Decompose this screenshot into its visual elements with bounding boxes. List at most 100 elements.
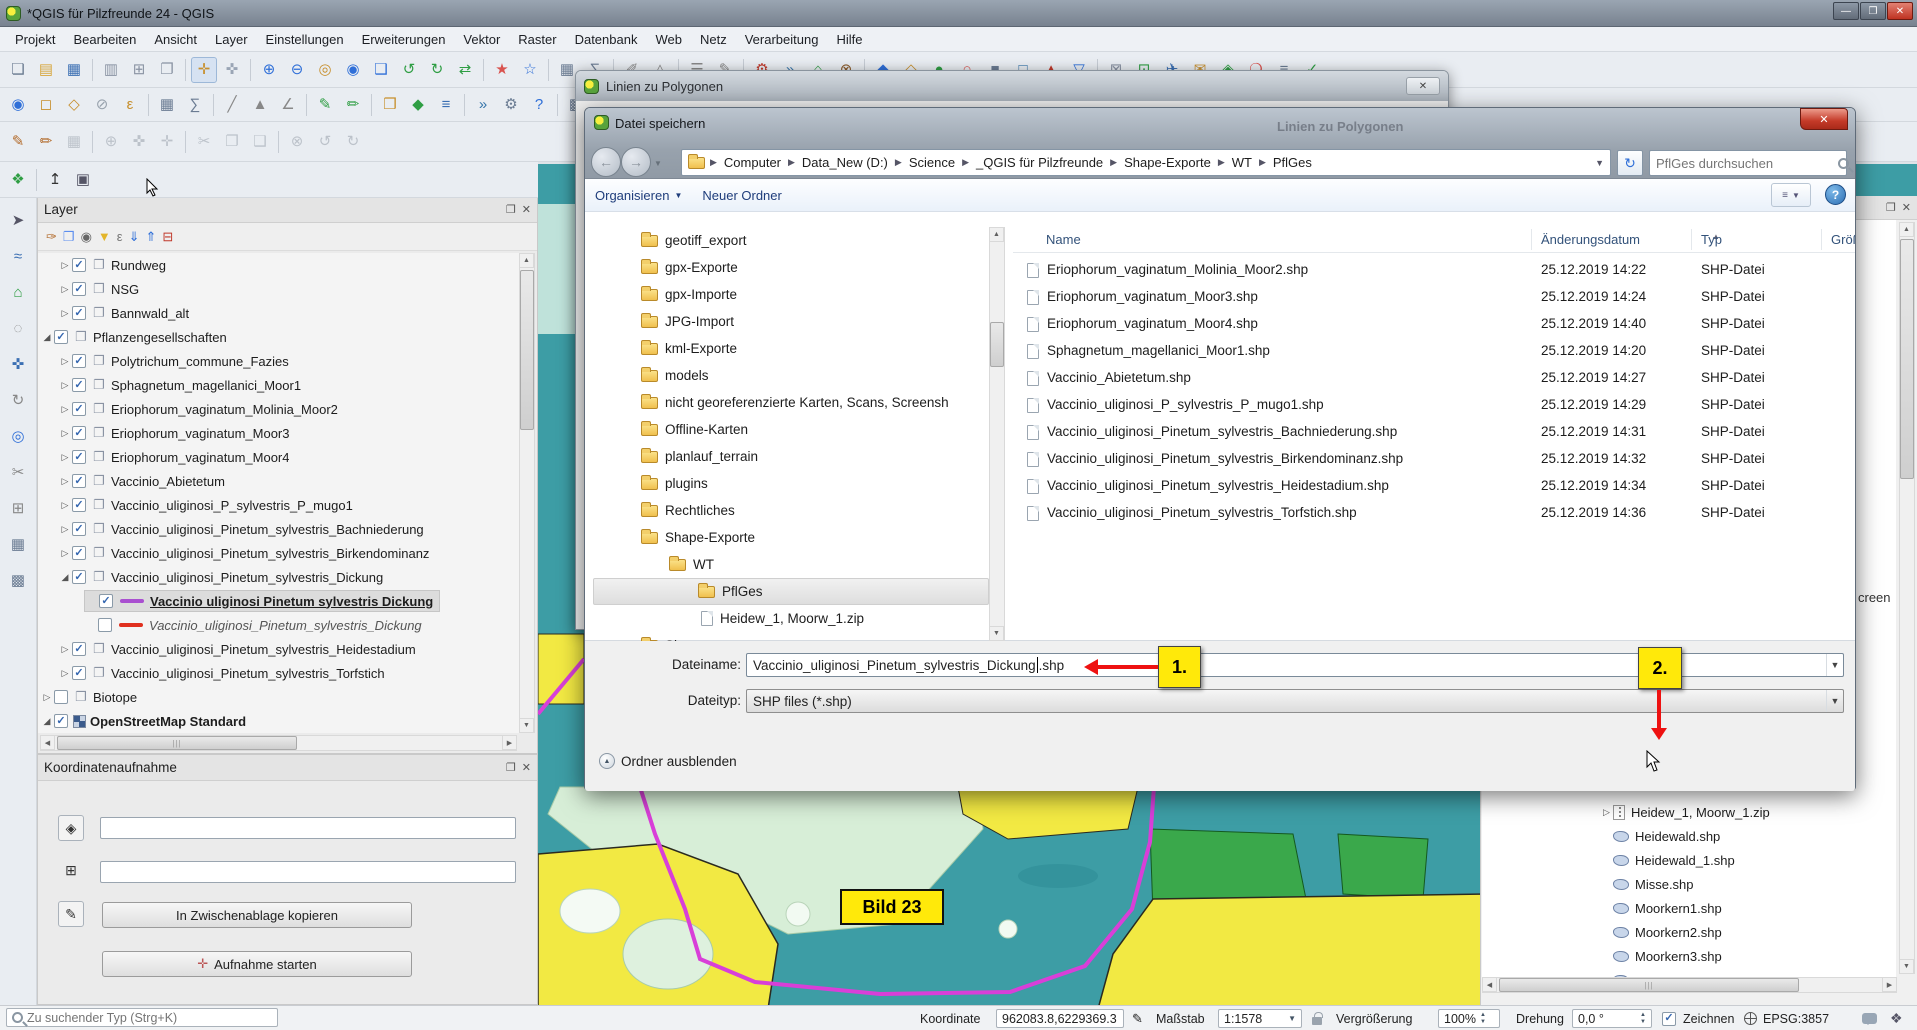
- layer-item[interactable]: ▷ ✓ ❐ Eriophorum_vaginatum_Moor4: [38, 445, 519, 469]
- layer-item[interactable]: ▷ ✓ ❐ Eriophorum_vaginatum_Molinia_Moor2: [38, 397, 519, 421]
- browser-item[interactable]: Moorkern3.shp: [1600, 944, 1896, 968]
- layer-checkbox[interactable]: ✓: [72, 570, 86, 584]
- hide-folders-button[interactable]: ▲ Ordner ausblenden: [599, 753, 737, 769]
- breadcrumb-segment[interactable]: ▶Science: [892, 155, 959, 170]
- close-panel-icon[interactable]: ✕: [522, 761, 531, 774]
- breadcrumb-dropdown-icon[interactable]: ▼: [1595, 158, 1604, 168]
- menu-item[interactable]: Netz: [691, 29, 736, 50]
- expand-icon[interactable]: ▷: [58, 380, 72, 391]
- raster-tool-icon[interactable]: ▦: [5, 531, 31, 557]
- notifications-icon[interactable]: ❖: [1890, 1006, 1903, 1030]
- save-map-image-icon[interactable]: ↥: [42, 167, 68, 193]
- layer-checkbox[interactable]: ✓: [72, 426, 86, 440]
- menu-item[interactable]: Verarbeitung: [736, 29, 828, 50]
- toolbar-icon[interactable]: [89, 129, 96, 155]
- history-dropdown-icon[interactable]: ▼: [654, 159, 662, 168]
- cut-features-icon[interactable]: ✂: [191, 129, 217, 155]
- toolbar-icon[interactable]: [368, 92, 375, 118]
- menu-item[interactable]: Einstellungen: [257, 29, 353, 50]
- manage-visibility-icon[interactable]: ◉: [81, 229, 92, 245]
- paste-features-icon[interactable]: ❑: [247, 129, 273, 155]
- folder-tree-item[interactable]: models: [593, 362, 989, 389]
- data-source-manager-icon[interactable]: ≡: [433, 92, 459, 118]
- zoom-out-icon[interactable]: ⊖: [284, 57, 310, 83]
- layer-item[interactable]: Vaccinio_uliginosi_Pinetum_sylvestris_Di…: [38, 613, 519, 637]
- layer-item[interactable]: ▷ ✓ ❐ Vaccinio_uliginosi_Pinetum_sylvest…: [38, 541, 519, 565]
- file-row[interactable]: Vaccinio_uliginosi_Pinetum_sylvestris_To…: [1013, 500, 1853, 527]
- layer-checkbox[interactable]: ✓: [72, 378, 86, 392]
- layer-checkbox[interactable]: ✓: [72, 282, 86, 296]
- scissors-tool-icon[interactable]: ✂: [5, 459, 31, 485]
- delete-selected-icon[interactable]: ⊗: [284, 129, 310, 155]
- digitize-line-icon[interactable]: ≈: [5, 243, 31, 269]
- zoom-full-icon[interactable]: ◎: [312, 57, 338, 83]
- layer-item[interactable]: ▷ ✓ ❐ Polytrichum_commune_Fazies: [38, 349, 519, 373]
- new-layout-icon[interactable]: ⊞: [126, 57, 152, 83]
- breadcrumb[interactable]: ▶Computer▶Data_New (D:)▶Science▶_QGIS fü…: [681, 149, 1611, 176]
- folder-tree-item[interactable]: Shape-Exporte: [593, 524, 989, 551]
- zoom-last-icon[interactable]: ↺: [396, 57, 422, 83]
- identify-features-icon[interactable]: ◉: [5, 92, 31, 118]
- expand-icon[interactable]: ▷: [58, 524, 72, 535]
- layer-item[interactable]: ▷ ✓ ❐ Vaccinio_uliginosi_Pinetum_sylvest…: [38, 661, 519, 685]
- help-icon[interactable]: ?: [526, 92, 552, 118]
- toolbar-icon[interactable]: [303, 92, 310, 118]
- layer-checkbox[interactable]: ✓: [72, 450, 86, 464]
- menu-item[interactable]: Datenbank: [566, 29, 647, 50]
- close-panel-icon[interactable]: ✕: [1902, 201, 1911, 214]
- new-bookmark-icon[interactable]: ★: [489, 57, 515, 83]
- layer-tree-hscrollbar[interactable]: ◀ ||| ▶: [40, 735, 517, 751]
- folder-tree-item[interactable]: plugins: [593, 470, 989, 497]
- layer-checkbox[interactable]: ✓: [72, 474, 86, 488]
- layer-checkbox[interactable]: [54, 690, 68, 704]
- expand-icon[interactable]: ▷: [40, 692, 54, 703]
- float-panel-icon[interactable]: ❐: [506, 203, 516, 216]
- render-checkbox[interactable]: ✓: [1662, 1012, 1676, 1026]
- pan-map-icon[interactable]: ✛: [191, 57, 217, 83]
- browser-item[interactable]: Heidewald_1.shp: [1600, 848, 1896, 872]
- browser-item[interactable]: Moorkern2.shp: [1600, 920, 1896, 944]
- undo-icon[interactable]: ↺: [312, 129, 338, 155]
- menu-item[interactable]: Raster: [509, 29, 565, 50]
- toolbar-icon[interactable]: [554, 92, 561, 118]
- python-icon[interactable]: »: [470, 92, 496, 118]
- change-view-button[interactable]: ≡▼: [1771, 183, 1811, 207]
- select-rectangle-icon[interactable]: ◻: [33, 92, 59, 118]
- layer-checkbox[interactable]: ✓: [99, 594, 113, 608]
- maximize-button[interactable]: ❐: [1860, 2, 1886, 20]
- expand-icon[interactable]: ▷: [58, 548, 72, 559]
- browser-item[interactable]: Heidewald.shp: [1600, 824, 1896, 848]
- layer-item[interactable]: ▷ ✓ ❐ Vaccinio_uliginosi_Pinetum_sylvest…: [38, 637, 519, 661]
- layout-manager-icon[interactable]: ❐: [154, 57, 180, 83]
- layer-item[interactable]: ▷ ✓ ❐ Rundweg: [38, 253, 519, 277]
- coordinate-field-2[interactable]: [100, 861, 516, 883]
- extent-icon[interactable]: ✎: [1132, 1006, 1143, 1030]
- field-calc-icon[interactable]: ∑: [182, 92, 208, 118]
- locator-input[interactable]: [27, 1011, 272, 1025]
- copy-to-clipboard-button[interactable]: In Zwischenablage kopieren: [102, 902, 412, 928]
- toolbar-icon[interactable]: [182, 57, 189, 83]
- folder-tree-item[interactable]: WT: [593, 551, 989, 578]
- zoom-to-selection-icon[interactable]: ◉: [340, 57, 366, 83]
- menu-item[interactable]: Web: [646, 29, 691, 50]
- file-row[interactable]: Vaccinio_uliginosi_Pinetum_sylvestris_Ba…: [1013, 419, 1853, 446]
- file-row[interactable]: Vaccinio_uliginosi_Pinetum_sylvestris_Bi…: [1013, 446, 1853, 473]
- menu-item[interactable]: Hilfe: [827, 29, 871, 50]
- file-row[interactable]: Vaccinio_uliginosi_P_sylvestris_P_mugo1.…: [1013, 392, 1853, 419]
- vector-select-icon[interactable]: ➤: [5, 207, 31, 233]
- forward-button[interactable]: →: [621, 147, 651, 177]
- expand-icon[interactable]: ▷: [58, 476, 72, 487]
- start-capture-button[interactable]: ✛Aufnahme starten: [102, 951, 412, 977]
- organize-menu[interactable]: Organisieren▼: [585, 184, 692, 207]
- select-polygon-icon[interactable]: ◇: [61, 92, 87, 118]
- filetype-select[interactable]: SHP files (*.shp) ▼: [746, 689, 1844, 713]
- toggle-editing-icon[interactable]: ✏: [33, 129, 59, 155]
- expand-icon[interactable]: ▷: [58, 452, 72, 463]
- scale-select[interactable]: 1:1578▼: [1218, 1009, 1302, 1028]
- print-layout-icon[interactable]: ▥: [98, 57, 124, 83]
- filetype-dropdown-icon[interactable]: ▼: [1826, 690, 1843, 712]
- folder-tree-item[interactable]: Shapes: [593, 632, 989, 641]
- digitize-polygon-icon[interactable]: ⌂: [5, 279, 31, 305]
- menu-item[interactable]: Vektor: [454, 29, 509, 50]
- folder-tree-item[interactable]: kml-Exporte: [593, 335, 989, 362]
